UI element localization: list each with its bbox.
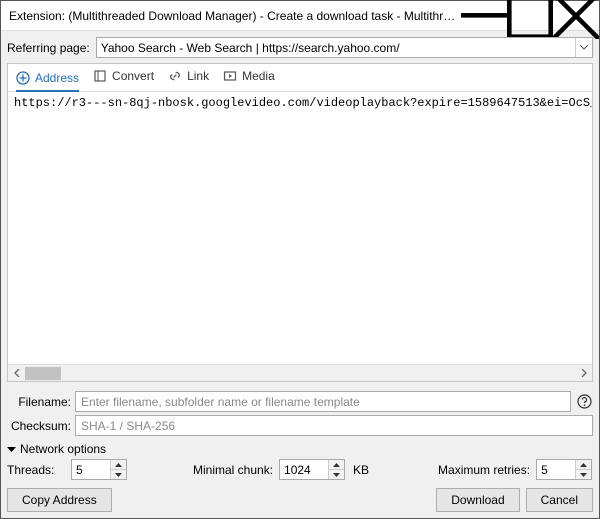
tab-link[interactable]: Link (168, 69, 209, 87)
caret-down-icon (115, 473, 122, 477)
minchunk-label: Minimal chunk: (193, 463, 273, 477)
referring-page-dropdown-button[interactable] (575, 38, 592, 57)
caret-down-icon (580, 473, 587, 477)
filename-help-button[interactable] (575, 393, 593, 411)
close-button[interactable] (553, 1, 599, 31)
chevron-down-icon (580, 45, 588, 50)
caret-up-icon (580, 463, 587, 467)
filename-label: Filename: (7, 395, 71, 409)
maxretry-spinner[interactable] (536, 459, 592, 480)
minchunk-up-button[interactable] (329, 460, 344, 470)
maxretry-down-button[interactable] (576, 470, 591, 479)
scroll-thumb[interactable] (25, 367, 61, 380)
tab-media-label: Media (242, 69, 275, 83)
window-titlebar: Extension: (Multithreaded Download Manag… (1, 1, 599, 31)
window-title: Extension: (Multithreaded Download Manag… (9, 9, 461, 23)
tab-convert-label: Convert (112, 69, 154, 83)
caret-down-icon (333, 473, 340, 477)
plus-circle-icon (16, 71, 30, 85)
checksum-label: Checksum: (7, 419, 71, 433)
tab-bar: Address Convert Link Media (8, 64, 592, 92)
maxretry-up-button[interactable] (576, 460, 591, 470)
scroll-left-button[interactable] (8, 365, 25, 381)
minimize-icon (461, 13, 507, 18)
maximize-icon (507, 0, 553, 39)
close-icon (553, 0, 599, 39)
caret-up-icon (333, 463, 340, 467)
media-icon (223, 69, 237, 83)
chevron-right-icon (581, 369, 587, 377)
tab-convert[interactable]: Convert (93, 69, 154, 87)
referring-page-label: Referring page: (7, 41, 92, 55)
tab-link-label: Link (187, 69, 209, 83)
network-options-toggle[interactable]: Network options (7, 442, 593, 456)
referring-page-input[interactable] (97, 38, 575, 57)
tab-address-label: Address (35, 71, 79, 85)
caret-down-icon (7, 445, 16, 454)
minchunk-down-button[interactable] (329, 470, 344, 479)
referring-page-combo[interactable] (96, 37, 593, 58)
help-icon (577, 394, 592, 409)
url-textarea[interactable] (8, 92, 592, 364)
threads-up-button[interactable] (111, 460, 126, 470)
maxretry-label: Maximum retries: (438, 463, 530, 477)
main-panel: Address Convert Link Media (7, 63, 593, 382)
tab-media[interactable]: Media (223, 69, 275, 87)
filename-input[interactable] (75, 391, 571, 412)
horizontal-scrollbar[interactable] (8, 364, 592, 381)
scroll-track[interactable] (25, 365, 575, 381)
scroll-right-button[interactable] (575, 365, 592, 381)
copy-address-button[interactable]: Copy Address (7, 488, 112, 512)
caret-up-icon (115, 463, 122, 467)
download-button[interactable]: Download (436, 488, 519, 512)
link-icon (168, 69, 182, 83)
checksum-input[interactable] (75, 415, 593, 436)
window-controls (461, 1, 599, 31)
chevron-left-icon (14, 369, 20, 377)
tab-address[interactable]: Address (16, 69, 79, 92)
minchunk-input[interactable] (280, 460, 328, 479)
minchunk-unit: KB (353, 463, 369, 477)
threads-down-button[interactable] (111, 470, 126, 479)
minimize-button[interactable] (461, 1, 507, 31)
cancel-button[interactable]: Cancel (526, 488, 593, 512)
threads-spinner[interactable] (71, 459, 127, 480)
minchunk-spinner[interactable] (279, 459, 345, 480)
maximize-button[interactable] (507, 1, 553, 31)
network-options-label: Network options (20, 442, 106, 456)
maxretry-input[interactable] (537, 460, 575, 479)
convert-icon (93, 69, 107, 83)
threads-label: Threads: (7, 463, 65, 477)
threads-input[interactable] (72, 460, 110, 479)
